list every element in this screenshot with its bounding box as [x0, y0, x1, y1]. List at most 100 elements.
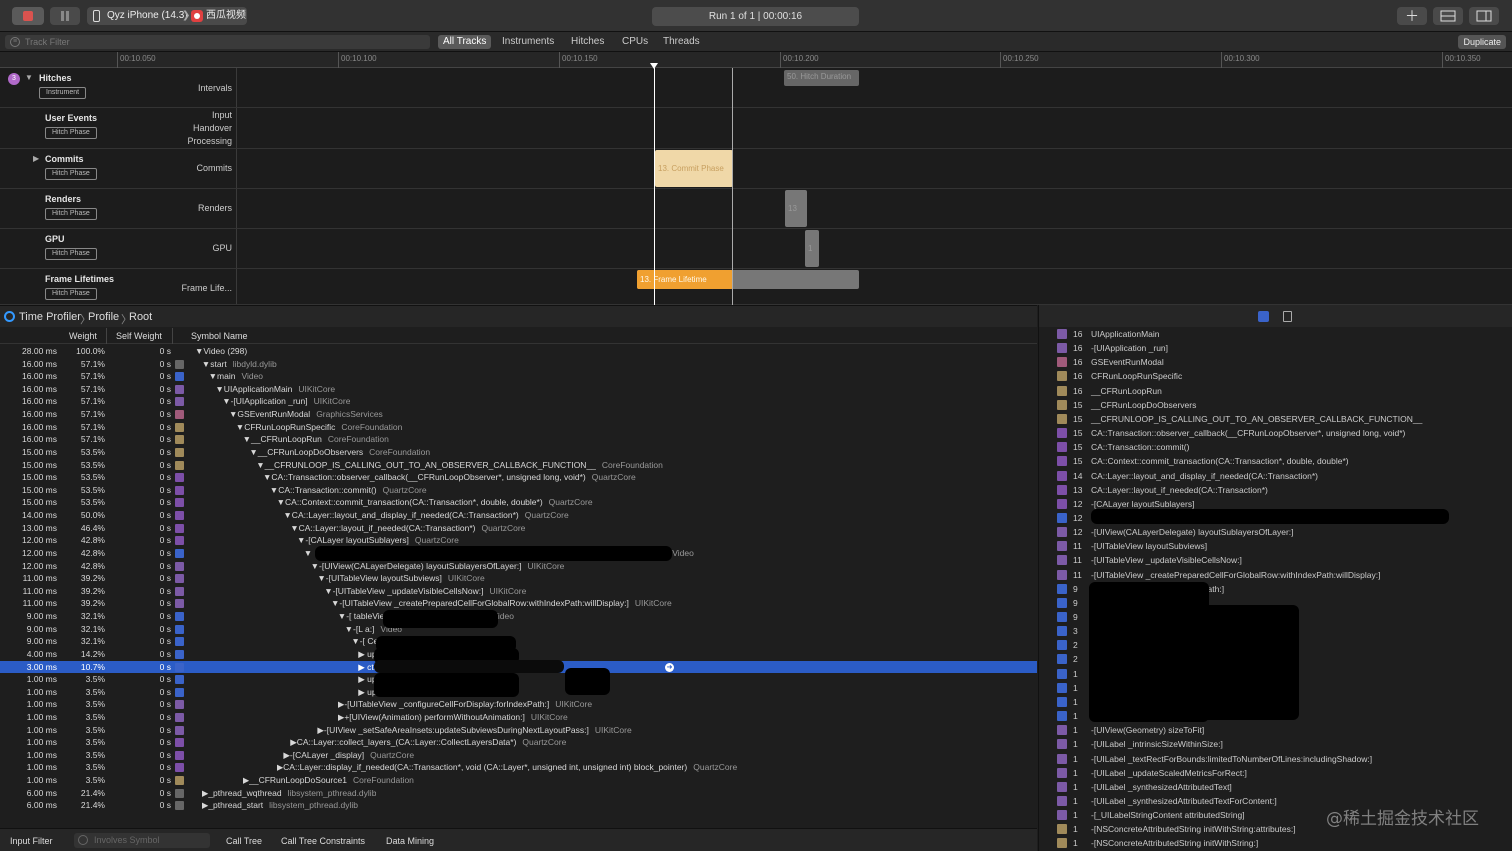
stack-frame-row[interactable]: 11 -[UITableView _createPreparedCellForGl…	[1039, 568, 1512, 582]
focus-arrow-icon[interactable]: ➜	[665, 662, 674, 672]
stack-frame-row[interactable]: 13 CA::Layer::layout_if_needed(CA::Transa…	[1039, 483, 1512, 497]
add-instrument-button[interactable]: ＋	[1397, 7, 1427, 25]
breadcrumb-instrument[interactable]: Time Profiler	[19, 311, 81, 323]
render-segment[interactable]: 13	[785, 190, 807, 227]
table-row[interactable]: 15.00 ms 53.5% 0 s ▼CA::Transaction::observ…	[0, 471, 1037, 484]
table-row[interactable]: 12.00 ms 42.8% 0 s ▼-[CALayer layoutSublaye…	[0, 534, 1037, 547]
stack-frame-row[interactable]: 15 CA::Transaction::observer_callback(__C…	[1039, 426, 1512, 440]
track-filter-input[interactable]: ≡ Track Filter	[5, 35, 430, 49]
call-tree-button[interactable]: Call Tree	[226, 836, 262, 846]
record-button[interactable]	[12, 7, 44, 25]
lane-frame-lifetimes[interactable]: Frame Lifetimes Hitch Phase Frame Life..…	[0, 269, 1512, 305]
table-row[interactable]: 15.00 ms 53.5% 0 s ▼CA::Context::commit_tra…	[0, 496, 1037, 509]
stack-frame-row[interactable]: 1 -[UILabel _intrinsicSizeWithinSize:]	[1039, 737, 1512, 751]
toggle-detail-button[interactable]	[1433, 7, 1463, 25]
toggle-inspector-button[interactable]	[1469, 7, 1499, 25]
table-row[interactable]: 15.00 ms 53.5% 0 s ▼__CFRUNLOOP_IS_CALLING_…	[0, 459, 1037, 472]
table-row[interactable]: 16.00 ms 57.1% 0 s ▼UIApplicationMain UIKitC…	[0, 383, 1037, 396]
table-row[interactable]: 9.00 ms32.1%0 s▼-[ tableView:cellForRowA…	[0, 610, 1037, 623]
stack-frame-row[interactable]: 15 CA::Context::commit_transaction(CA::Tr…	[1039, 454, 1512, 468]
stack-frame-row[interactable]: 14 CA::Layer::layout_and_display_if_neede…	[1039, 469, 1512, 483]
scope-hitches[interactable]: Hitches	[566, 35, 609, 49]
stack-frame-row[interactable]: 1 -[UIView(Geometry) sizeToFit]	[1039, 723, 1512, 737]
table-row[interactable]: 16.00 ms 57.1% 0 s ▼GSEventRunModal Graphics…	[0, 408, 1037, 421]
col-weight[interactable]: Weight	[69, 331, 97, 341]
gpu-segment[interactable]: 1	[805, 230, 819, 267]
stack-frame-row[interactable]: 16 __CFRunLoopRun	[1039, 384, 1512, 398]
stack-frame-row[interactable]: 12 -[UIView(CALayerDelegate) layoutSublay…	[1039, 525, 1512, 539]
duplicate-button[interactable]: Duplicate	[1458, 35, 1506, 49]
lane-user-events[interactable]: User Events Hitch Phase Input Handover P…	[0, 108, 1512, 149]
lane-hitches[interactable]: 3 ▼ Hitches Instrument Intervals 50. Hit…	[0, 68, 1512, 108]
stack-frame-row[interactable]: 11 -[UITableView layoutSubviews]	[1039, 539, 1512, 553]
breadcrumb-profile[interactable]: Profile	[88, 311, 119, 323]
extended-detail-icon[interactable]	[1258, 311, 1269, 322]
data-mining-button[interactable]: Data Mining	[386, 836, 434, 846]
table-row[interactable]: 11.00 ms 39.2% 0 s ▼-[UITableView _createPr…	[0, 597, 1037, 610]
table-row[interactable]: 12.00 ms 42.8% 0 s ▼-[UIView(CALayerDelegat…	[0, 560, 1037, 573]
table-row[interactable]: 6.00 ms 21.4% 0 s ▶_pthread_wqthread libsyst…	[0, 787, 1037, 800]
stack-frame-row[interactable]: 16 -[UIApplication _run]	[1039, 341, 1512, 355]
stack-frame-row[interactable]: 1 -[NSConcreteAttributedString initWithSt…	[1039, 836, 1512, 850]
timeline-ruler[interactable]: 00:10.050 00:10.100 00:10.150 00:10.200 …	[0, 52, 1512, 68]
table-row[interactable]: 28.00 ms 100.0% 0 s ▼Video (298)	[0, 345, 1037, 358]
col-symbol-name[interactable]: Symbol Name	[191, 331, 248, 341]
table-row[interactable]: 11.00 ms 39.2% 0 s ▼-[UITableView _updateVi…	[0, 585, 1037, 598]
table-row[interactable]: 13.00 ms 46.4% 0 s ▼CA::Layer::layout_if_ne…	[0, 522, 1037, 535]
call-tree-constraints-button[interactable]: Call Tree Constraints	[281, 836, 365, 846]
scope-cpus[interactable]: CPUs	[617, 35, 653, 49]
table-row[interactable]: 6.00 ms 21.4% 0 s ▶_pthread_start libsystem_…	[0, 799, 1037, 812]
commit-phase-segment[interactable]: 13. Commit Phase	[655, 150, 733, 187]
stack-frame-row[interactable]: 11 -[UITableView _updateVisibleCellsNow:]	[1039, 553, 1512, 567]
stack-frame-row[interactable]: 15 CA::Transaction::commit()	[1039, 440, 1512, 454]
calltree-table[interactable]: 28.00 ms 100.0% 0 s ▼Video (298) 16.00 ms 57.…	[0, 345, 1037, 825]
scope-threads[interactable]: Threads	[658, 35, 705, 49]
table-row[interactable]: 9.00 ms 32.1% 0 s ▼-[L a:] Video	[0, 623, 1037, 636]
scope-all-tracks[interactable]: All Tracks	[438, 35, 492, 49]
target-selector[interactable]: Qyz iPhone (14.3) ❯ 西瓜视频	[87, 7, 247, 25]
frame-lifetime-segment[interactable]: 13. Frame Lifetime	[637, 270, 733, 289]
involves-symbol-input[interactable]: Involves Symbol	[74, 833, 210, 848]
table-row[interactable]: 16.00 ms 57.1% 0 s ▼start libdyld.dylib	[0, 358, 1037, 371]
table-row[interactable]: 16.00 ms 57.1% 0 s ▼-[UIApplication _run] UI…	[0, 395, 1037, 408]
stack-frame-row[interactable]: 15 __CFRunLoopDoObservers	[1039, 398, 1512, 412]
table-row[interactable]: 1.00 ms 3.5% 0 s ▶+[UIView(Animation) perfo…	[0, 711, 1037, 724]
input-filter-label[interactable]: Input Filter	[10, 836, 53, 846]
table-row[interactable]: 15.00 ms 53.5% 0 s ▼CA::Transaction::commit…	[0, 484, 1037, 497]
table-row[interactable]: 16.00 ms 57.1% 0 s ▼CFRunLoopRunSpecific Cor…	[0, 421, 1037, 434]
stack-frame-row[interactable]: 16 CFRunLoopRunSpecific	[1039, 369, 1512, 383]
run-status[interactable]: Run 1 of 1 | 00:00:16	[652, 7, 859, 26]
table-row[interactable]: 1.00 ms 3.5% 0 s ▶-[UIView _setSafeAreaInse…	[0, 724, 1037, 737]
disclosure-down-icon[interactable]: ▼	[25, 73, 33, 82]
stack-frame-row[interactable]: 1 -[UILabel _textRectForBounds:limitedToN…	[1039, 752, 1512, 766]
table-row[interactable]: 16.00 ms 57.1% 0 s ▼main Video	[0, 370, 1037, 383]
breadcrumb-root[interactable]: Root	[129, 311, 152, 323]
table-row[interactable]: 16.00 ms 57.1% 0 s ▼__CFRunLoopRun CoreFound…	[0, 433, 1037, 446]
playhead-icon[interactable]	[650, 63, 658, 69]
hitch-duration-segment[interactable]: 50. Hitch Duration	[784, 70, 859, 86]
col-self-weight[interactable]: Self Weight	[116, 331, 162, 341]
table-row[interactable]: 15.00 ms 53.5% 0 s ▼__CFRunLoopDoObservers C…	[0, 446, 1037, 459]
inspection-head[interactable]	[654, 68, 655, 305]
stack-frame-row[interactable]: 1 -[UILabel _synthesizedAttributedText]	[1039, 780, 1512, 794]
stack-frame-row[interactable]: 15 __CFRUNLOOP_IS_CALLING_OUT_TO_AN_OBSER…	[1039, 412, 1512, 426]
disclosure-right-icon[interactable]: ▶	[33, 154, 39, 163]
pause-button[interactable]	[50, 7, 80, 25]
stack-frame-row[interactable]: 16 GSEventRunModal	[1039, 355, 1512, 369]
document-icon[interactable]	[1283, 311, 1292, 322]
table-row[interactable]: 1.00 ms 3.5% 0 s ▶CA::Layer::collect_layers…	[0, 736, 1037, 749]
lane-commits[interactable]: ▶ Commits Hitch Phase Commits 13. Commit…	[0, 149, 1512, 189]
table-row[interactable]: 1.00 ms 3.5% 0 s ▶-[CALayer _display] Quartz…	[0, 749, 1037, 762]
table-row[interactable]: 11.00 ms 39.2% 0 s ▼-[UITableView layoutSub…	[0, 572, 1037, 585]
table-row[interactable]: 9.00 ms32.1%0 s▼-[ CellView refreshWithD…	[0, 635, 1037, 648]
lane-renders[interactable]: Renders Hitch Phase Renders 13	[0, 189, 1512, 229]
lane-gpu[interactable]: GPU Hitch Phase GPU 1	[0, 229, 1512, 269]
table-row[interactable]: 1.00 ms 3.5% 0 s ▶__CFRunLoopDoSource1 CoreF…	[0, 774, 1037, 787]
stack-frame-row[interactable]: 1 -[UILabel _updateScaledMetricsForRect:]	[1039, 766, 1512, 780]
scope-instruments[interactable]: Instruments	[497, 35, 559, 49]
sample-count: 3	[1073, 626, 1078, 637]
stack-frame-row[interactable]: 16 UIApplicationMain	[1039, 327, 1512, 341]
table-row[interactable]: 1.00 ms 3.5% 0 s ▶-[UITableView _configureC…	[0, 698, 1037, 711]
table-row[interactable]: 14.00 ms 50.0% 0 s ▼CA::Layer::layout_and_d…	[0, 509, 1037, 522]
table-row[interactable]: 1.00 ms 3.5% 0 s ▶CA::Layer::display_if_nee…	[0, 761, 1037, 774]
